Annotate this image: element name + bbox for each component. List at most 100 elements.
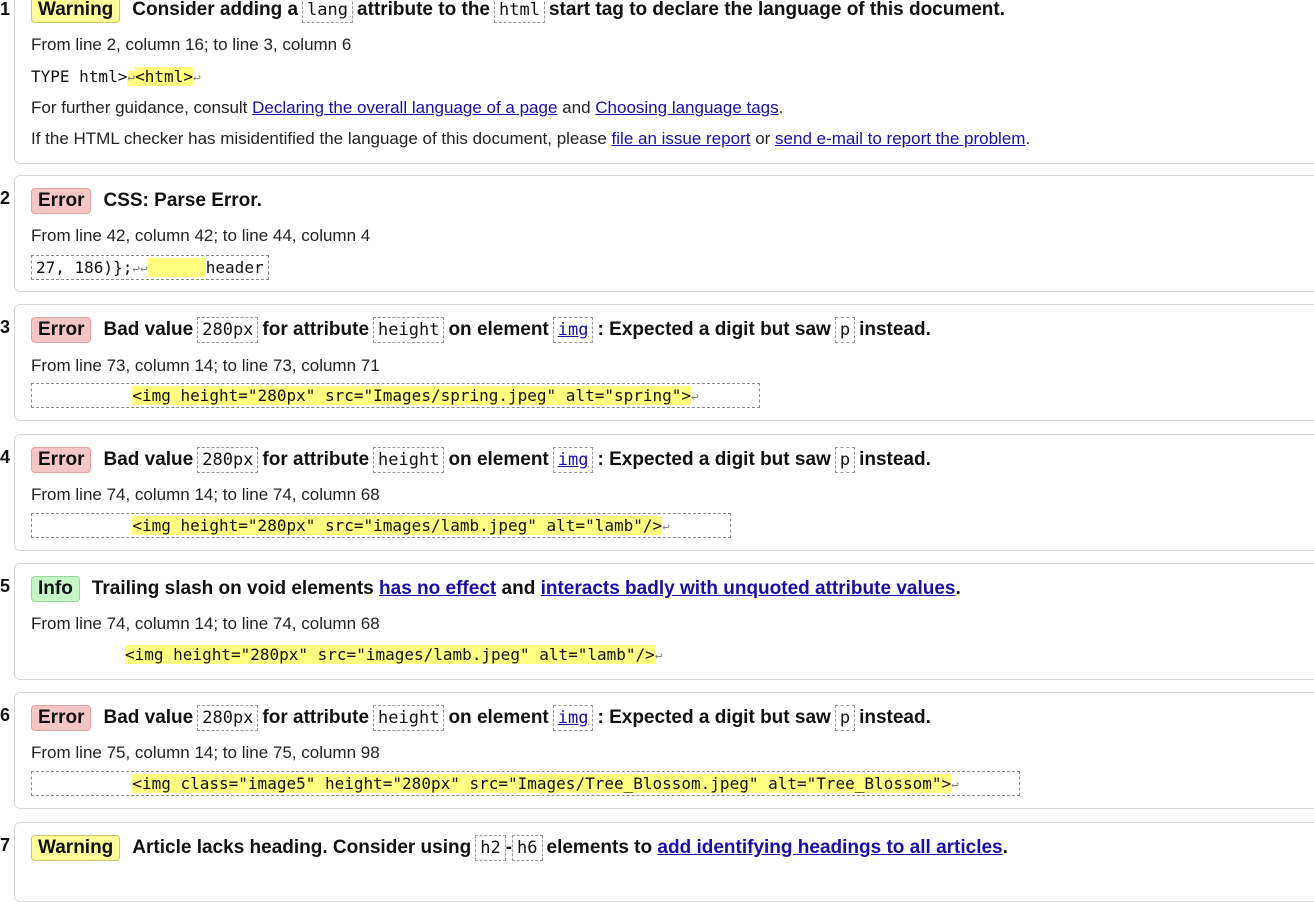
guidance-text: and: [562, 98, 591, 117]
heading-text: : Expected a digit but saw: [597, 449, 831, 470]
choosing-language-tags-link[interactable]: Choosing language tags: [595, 98, 778, 117]
extract-text: header: [205, 258, 264, 277]
message-number: 1.: [0, 0, 10, 19]
message-heading: Error Bad value 280px for attribute heig…: [31, 447, 931, 473]
message-number: 3.: [0, 317, 10, 337]
heading-text: instead.: [859, 449, 931, 470]
message-number: 2.: [0, 188, 10, 208]
declaring-language-link[interactable]: Declaring the overall language of a page: [252, 98, 557, 117]
line-break-icon: ↩: [192, 71, 201, 86]
code-extract: <img height="280px" src="images/lamb.jpe…: [31, 513, 731, 538]
error-badge: Error: [31, 447, 92, 473]
code-extract: <img height="280px" src="images/lamb.jpe…: [125, 645, 663, 664]
message-7: 7. Warning Article lacks heading. Consid…: [0, 822, 1314, 902]
message-heading: Error Bad value 280px for attribute heig…: [31, 705, 931, 731]
heading-text: CSS: Parse Error.: [103, 190, 262, 211]
location-text: From line 74, column 14; to line 74, col…: [31, 485, 380, 504]
heading-text: instead.: [859, 707, 931, 728]
heading-text: for attribute: [262, 449, 370, 470]
message-number: 4.: [0, 447, 10, 467]
heading-text: : Expected a digit but saw: [597, 707, 831, 728]
guidance-text: For further guidance, consult: [31, 98, 248, 117]
extract-highlight: <img height="280px" src="images/lamb.jpe…: [132, 516, 663, 535]
info-badge: Info: [31, 576, 80, 602]
code-token: h2: [475, 835, 506, 861]
location-text: From line 75, column 14; to line 75, col…: [31, 743, 380, 762]
misidentified-paragraph: If the HTML checker has misidentified th…: [31, 129, 1030, 149]
heading-text: Consider adding a: [132, 0, 299, 20]
extract-highlight: <img height="280px" src="Images/spring.j…: [132, 386, 692, 405]
heading-text: Article lacks heading. Consider using: [132, 837, 472, 858]
message-heading: Error Bad value 280px for attribute heig…: [31, 317, 931, 343]
line-break-icon: ↩: [691, 390, 699, 405]
heading-text: for attribute: [262, 319, 370, 340]
line-break-icon: ↩: [140, 262, 148, 277]
message-number: 5.: [0, 576, 10, 596]
code-token: lang: [302, 0, 353, 23]
extract-text: TYPE html>: [31, 67, 128, 86]
code-token: html: [494, 0, 545, 23]
message-2: 2. Error CSS: Parse Error. From line 42,…: [0, 175, 1314, 292]
img-element-link[interactable]: img: [558, 450, 589, 470]
heading-text: start tag to declare the language of thi…: [548, 0, 1006, 20]
file-issue-link[interactable]: file an issue report: [612, 129, 751, 148]
send-email-link[interactable]: send e-mail to report the problem: [775, 129, 1025, 148]
warning-badge: Warning: [31, 0, 121, 23]
code-token: 280px: [197, 317, 259, 343]
location-text: From line 42, column 42; to line 44, col…: [31, 226, 371, 245]
message-heading: Warning Article lacks heading. Consider …: [31, 835, 1008, 861]
code-token: h6: [512, 835, 543, 861]
message-number: 6.: [0, 705, 10, 725]
line-break-icon: ↩: [127, 71, 136, 86]
code-token: img: [552, 447, 594, 473]
extract-highlight: <html>: [135, 67, 193, 86]
extract-highlight: <img class="image5" height="280px" src="…: [132, 774, 952, 793]
img-element-link[interactable]: img: [558, 708, 589, 728]
line-break-icon: ↩: [654, 649, 663, 664]
img-element-link[interactable]: img: [558, 320, 589, 340]
code-extract: TYPE html>↩<html>↩: [31, 67, 201, 86]
heading-text: .: [955, 578, 961, 599]
code-token: height: [373, 705, 445, 731]
message-1: 1. Warning Consider adding a lang attrib…: [0, 0, 1314, 164]
code-token: img: [552, 317, 594, 343]
extract-highlight: [147, 258, 206, 277]
guidance-paragraph: For further guidance, consult Declaring …: [31, 98, 783, 118]
code-token: height: [373, 317, 445, 343]
misidentified-text: or: [755, 129, 771, 148]
code-token: 280px: [197, 705, 259, 731]
misidentified-text: .: [1025, 129, 1031, 148]
location-text: From line 74, column 14; to line 74, col…: [31, 614, 380, 633]
code-token: p: [834, 317, 856, 343]
heading-text: elements to: [546, 837, 653, 858]
heading-text: Trailing slash on void elements: [91, 578, 374, 599]
code-token: 280px: [197, 447, 259, 473]
code-token: height: [373, 447, 445, 473]
heading-text: for attribute: [262, 707, 370, 728]
has-no-effect-link[interactable]: has no effect: [379, 578, 496, 600]
message-4: 4. Error Bad value 280px for attribute h…: [0, 434, 1314, 551]
heading-text: Bad value: [103, 707, 194, 728]
heading-text: and: [501, 578, 536, 599]
message-5: 5. Info Trailing slash on void elements …: [0, 563, 1314, 680]
message-number: 7.: [0, 835, 10, 855]
add-headings-link[interactable]: add identifying headings to all articles: [657, 837, 1002, 859]
extract-text: [36, 386, 132, 405]
location-text: From line 73, column 14; to line 73, col…: [31, 356, 380, 375]
guidance-text: .: [778, 98, 784, 117]
heading-text: attribute to the: [357, 0, 490, 20]
extract-text: 27, 186)};: [36, 258, 133, 277]
misidentified-text: If the HTML checker has misidentified th…: [31, 129, 607, 148]
warning-badge: Warning: [31, 835, 121, 861]
heading-text: : Expected a digit but saw: [597, 319, 831, 340]
error-badge: Error: [31, 188, 92, 214]
heading-text: on element: [448, 449, 549, 470]
interacts-badly-link[interactable]: interacts badly with unquoted attribute …: [541, 578, 956, 600]
line-break-icon: ↩: [951, 778, 959, 793]
location-text: From line 2, column 16; to line 3, colum…: [31, 35, 352, 54]
code-extract: 27, 186)};↩↩ header: [31, 255, 269, 280]
message-heading: Error CSS: Parse Error.: [31, 188, 262, 214]
code-extract: <img height="280px" src="Images/spring.j…: [31, 383, 760, 408]
heading-text: on element: [448, 707, 549, 728]
line-break-icon: ↩: [662, 520, 670, 535]
